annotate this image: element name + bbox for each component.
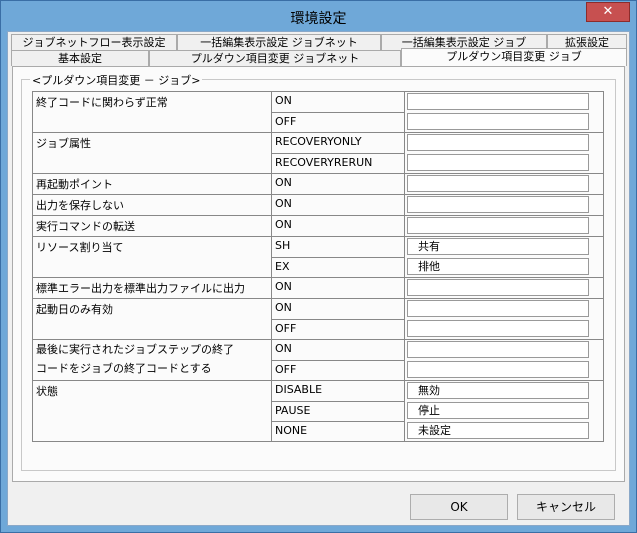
setting-field[interactable]: 停止 <box>407 402 589 419</box>
item-value: ON <box>272 92 405 112</box>
tab-panel: <プルダウン項目変更 － ジョブ> 終了コードに関わらず正常 ON OFF ジョ… <box>12 66 625 482</box>
item-value: ON <box>272 340 405 360</box>
table-row: OFF <box>33 112 603 132</box>
item-value: PAUSE <box>272 401 405 421</box>
table-row: 起動日のみ有効 ON <box>33 298 603 319</box>
item-name: リソース割り当て <box>33 237 272 257</box>
setting-field[interactable] <box>407 134 589 151</box>
setting-field[interactable] <box>407 320 589 337</box>
table-row: 終了コードに関わらず正常 ON <box>33 92 603 112</box>
table-row: 最後に実行されたジョブステップの終了 ON <box>33 339 603 360</box>
table-row: OFF <box>33 319 603 339</box>
item-value: OFF <box>272 112 405 132</box>
item-name <box>33 257 272 277</box>
item-name <box>33 112 272 132</box>
item-name <box>33 421 272 441</box>
title-bar: 環境設定 ✕ <box>1 1 636 31</box>
item-value: ON <box>272 278 405 298</box>
item-name <box>33 319 272 339</box>
dialog-body: ジョブネットフロー表示設定 一括編集表示設定 ジョブネット 一括編集表示設定 ジ… <box>7 31 630 526</box>
item-name: 再起動ポイント <box>33 174 272 194</box>
setting-field[interactable] <box>407 154 589 171</box>
item-value: RECOVERYONLY <box>272 133 405 153</box>
table-row: コードをジョブの終了コードとする OFF <box>33 360 603 380</box>
tab-bulk-edit-jobnet[interactable]: 一括編集表示設定 ジョブネット <box>177 34 381 50</box>
tab-jobnet-flow-display[interactable]: ジョブネットフロー表示設定 <box>11 34 177 50</box>
setting-field[interactable]: 未設定 <box>407 422 589 439</box>
item-name: 標準エラー出力を標準出力ファイルに出力 <box>33 278 272 298</box>
group-title: <プルダウン項目変更 － ジョブ> <box>30 72 203 88</box>
tab-pulldown-jobnet[interactable]: プルダウン項目変更 ジョブネット <box>149 50 401 66</box>
table-row: 状態 DISABLE 無効 <box>33 380 603 401</box>
item-value: ON <box>272 299 405 319</box>
table-row: 標準エラー出力を標準出力ファイルに出力 ON <box>33 277 603 298</box>
item-value: ON <box>272 195 405 215</box>
setting-field[interactable] <box>407 217 589 234</box>
tab-pulldown-job[interactable]: プルダウン項目変更 ジョブ <box>401 48 627 66</box>
setting-field[interactable] <box>407 279 589 296</box>
setting-field[interactable] <box>407 361 589 378</box>
item-name: 状態 <box>33 381 272 401</box>
table-row: 出力を保存しない ON <box>33 194 603 215</box>
setting-field[interactable]: 無効 <box>407 382 589 399</box>
setting-field[interactable]: 排他 <box>407 258 589 275</box>
cancel-button[interactable]: キャンセル <box>517 494 615 520</box>
item-value: DISABLE <box>272 381 405 401</box>
table-row: 実行コマンドの転送 ON <box>33 215 603 236</box>
table-row: EX 排他 <box>33 257 603 277</box>
table-row: PAUSE 停止 <box>33 401 603 421</box>
window-title: 環境設定 <box>290 11 347 27</box>
item-name: コードをジョブの終了コードとする <box>33 360 272 380</box>
item-name: 出力を保存しない <box>33 195 272 215</box>
item-value: ON <box>272 174 405 194</box>
item-name <box>33 153 272 173</box>
setting-field[interactable] <box>407 300 589 317</box>
table-row: NONE 未設定 <box>33 421 603 441</box>
table-row: RECOVERYRERUN <box>33 153 603 173</box>
setting-field[interactable] <box>407 341 589 358</box>
setting-field[interactable] <box>407 93 589 110</box>
item-value: ON <box>272 216 405 236</box>
item-value: EX <box>272 257 405 277</box>
setting-field[interactable] <box>407 175 589 192</box>
tab-basic-settings[interactable]: 基本設定 <box>11 50 149 66</box>
item-name: ジョブ属性 <box>33 133 272 153</box>
settings-window: 環境設定 ✕ ジョブネットフロー表示設定 一括編集表示設定 ジョブネット 一括編… <box>0 0 637 533</box>
table-row: ジョブ属性 RECOVERYONLY <box>33 132 603 153</box>
item-value: RECOVERYRERUN <box>272 153 405 173</box>
item-value: OFF <box>272 319 405 339</box>
item-value: OFF <box>272 360 405 380</box>
close-button[interactable]: ✕ <box>586 2 630 22</box>
setting-field[interactable] <box>407 196 589 213</box>
item-name: 最後に実行されたジョブステップの終了 <box>33 340 272 360</box>
setting-field[interactable] <box>407 113 589 130</box>
pulldown-job-group: <プルダウン項目変更 － ジョブ> 終了コードに関わらず正常 ON OFF ジョ… <box>21 72 616 471</box>
item-value: NONE <box>272 421 405 441</box>
item-value: SH <box>272 237 405 257</box>
pulldown-grid: 終了コードに関わらず正常 ON OFF ジョブ属性 RECOVERYONLY R… <box>32 91 604 442</box>
item-name <box>33 401 272 421</box>
table-row: 再起動ポイント ON <box>33 173 603 194</box>
item-name: 終了コードに関わらず正常 <box>33 92 272 112</box>
table-row: リソース割り当て SH 共有 <box>33 236 603 257</box>
item-name: 実行コマンドの転送 <box>33 216 272 236</box>
setting-field[interactable]: 共有 <box>407 238 589 255</box>
item-name: 起動日のみ有効 <box>33 299 272 319</box>
ok-button[interactable]: OK <box>410 494 508 520</box>
